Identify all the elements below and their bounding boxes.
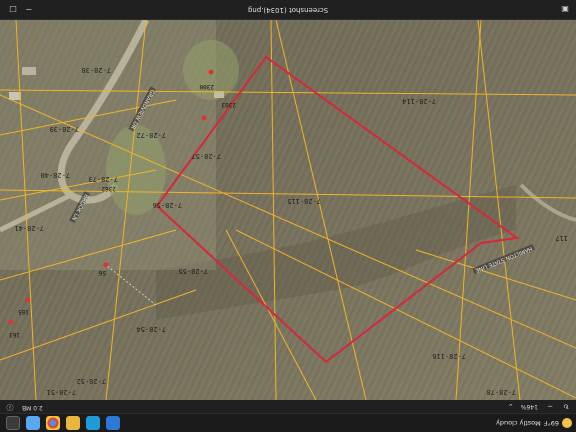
start-icon[interactable] <box>106 416 120 430</box>
taskbar: 69°F Mostly cloudy <box>0 413 576 432</box>
viewer-status-bar: ▣ Screenshot (1034).png − □ <box>0 0 576 20</box>
file-name: Screenshot (1034).png <box>247 6 329 14</box>
parcel-label: 7-28-114 <box>402 97 436 105</box>
parcel-label: 7-28-116 <box>432 352 466 360</box>
viewer-toolbar: ↻ − 146% ⌄ 2.0 MB ⓘ <box>0 400 576 413</box>
address-label: 105 <box>18 308 29 315</box>
photos-icon[interactable] <box>26 416 40 430</box>
parcel-label: 7-28-40 <box>40 171 70 179</box>
address-marker[interactable] <box>25 297 31 303</box>
address-label: 163 <box>9 331 20 338</box>
parcel-label: 7-28-57 <box>191 152 221 160</box>
parcel-label: 7-28-73 <box>88 175 118 183</box>
zoom-out-icon[interactable]: − <box>546 403 554 411</box>
maximize-icon[interactable]: □ <box>8 5 18 15</box>
weather-temp: 69°F <box>543 419 559 427</box>
store-icon[interactable] <box>6 416 20 430</box>
parcel-label: 7-28-56 <box>152 201 182 209</box>
rotate-icon[interactable]: ↻ <box>562 403 570 411</box>
address-label: 2362 <box>101 185 116 192</box>
map-canvas <box>0 20 576 400</box>
minimize-icon[interactable]: − <box>24 5 34 15</box>
parcel-label: 7-28-55 <box>178 267 208 275</box>
file-size: 2.0 MB <box>22 404 43 411</box>
chevron-down-icon[interactable]: ⌄ <box>507 403 515 411</box>
chrome-icon[interactable] <box>46 416 60 430</box>
zoom-level[interactable]: 146% <box>521 403 538 410</box>
weather-widget[interactable]: 69°F Mostly cloudy <box>496 416 572 430</box>
address-marker[interactable] <box>201 115 207 121</box>
weather-sun-icon <box>562 418 572 428</box>
parcel-label: 117 <box>555 234 568 242</box>
aerial-map-image: 7-28-115 7-28-114 7-28-116 7-28-55 7-28-… <box>0 20 576 400</box>
parcel-label: 7-28-115 <box>287 197 321 205</box>
address-marker[interactable] <box>208 69 214 75</box>
weather-desc: Mostly cloudy <box>496 419 541 427</box>
parcel-label: 7-28-38 <box>81 66 111 74</box>
address-label: 56 <box>98 269 106 276</box>
parcel-label: 7-28-54 <box>136 325 166 333</box>
edge-icon[interactable] <box>86 416 100 430</box>
house-roof <box>9 92 21 100</box>
parcel-label: 7-28-41 <box>14 224 44 232</box>
file-explorer-icon[interactable] <box>66 416 80 430</box>
cleared-field <box>0 20 216 270</box>
address-label: 2303 <box>221 101 236 108</box>
parcel-label: 7-28-39 <box>49 125 79 133</box>
address-marker[interactable] <box>8 319 14 325</box>
parcel-label: 7-28-52 <box>76 377 106 385</box>
info-icon[interactable]: ⓘ <box>6 403 14 411</box>
parcel-label: 7-28-51 <box>46 388 76 396</box>
house-roof <box>22 67 36 75</box>
parcel-label: 7-28-72 <box>136 131 166 139</box>
rotated-screenshot: 69°F Mostly cloudy ↻ − 146% ⌄ 2.0 MB ⓘ 7… <box>0 0 576 432</box>
address-label: 2300 <box>199 83 214 90</box>
parcel-label: 7-28-78 <box>486 388 516 396</box>
